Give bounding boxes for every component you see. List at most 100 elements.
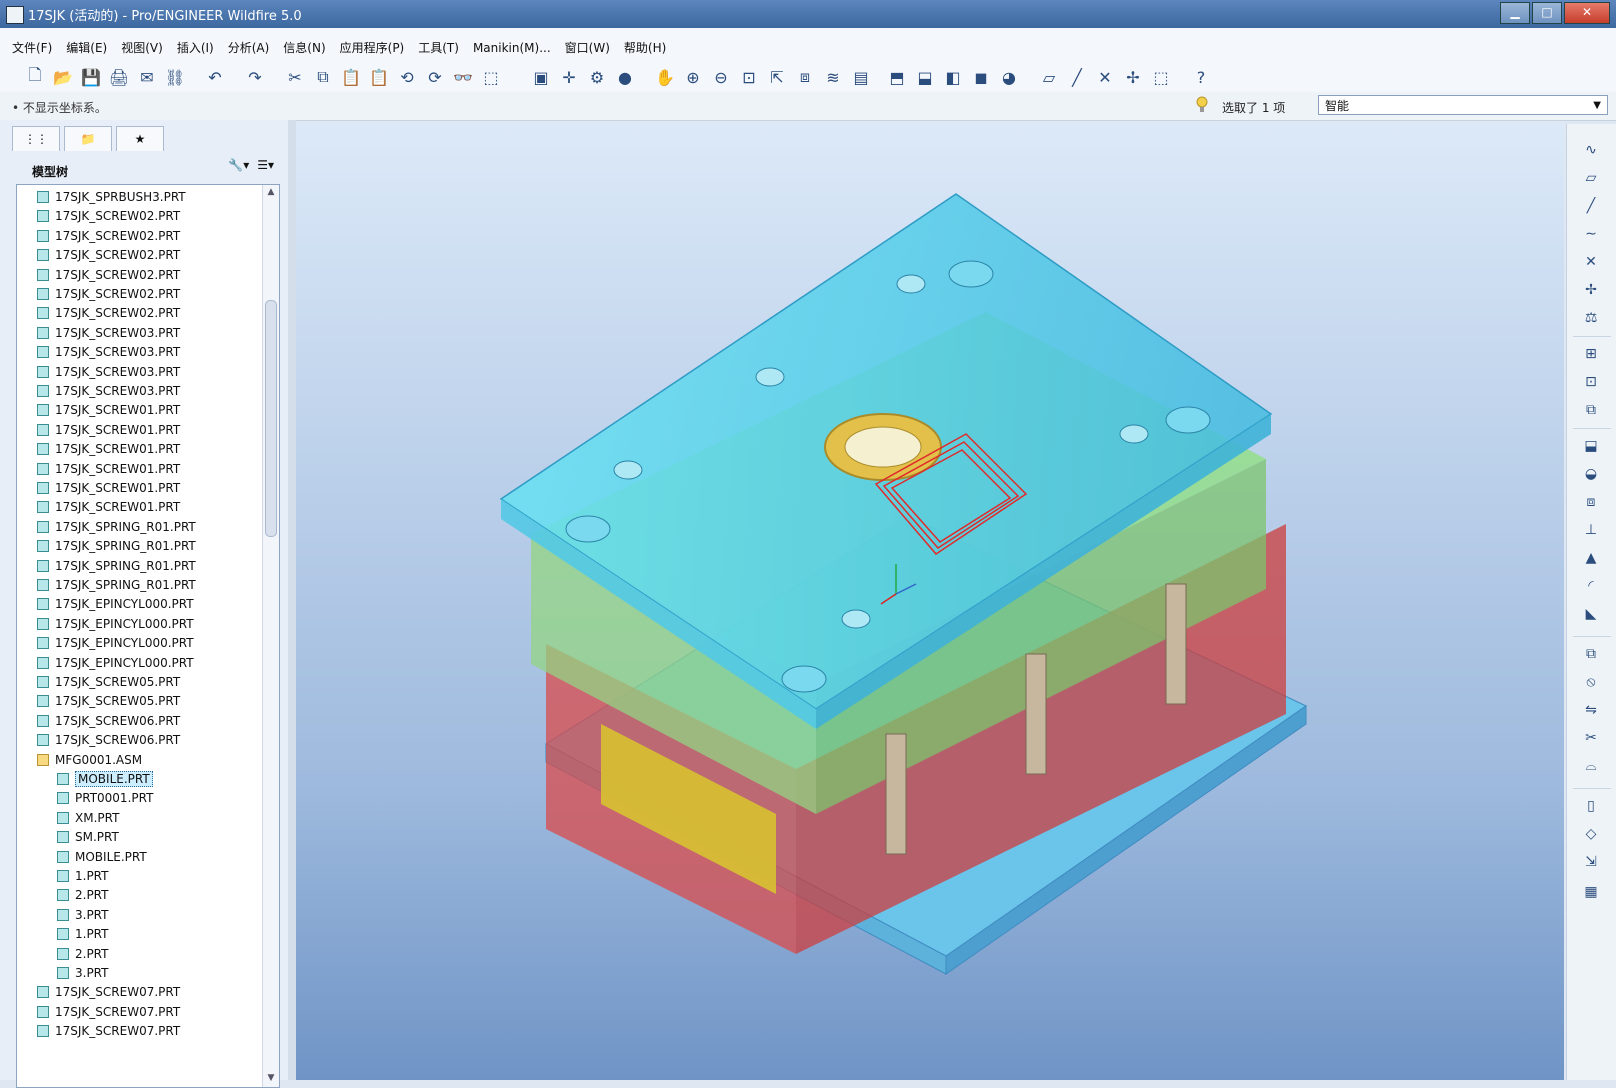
scroll-down-icon[interactable]: ▼ xyxy=(265,1073,277,1085)
menu-analysis[interactable]: 分析(A) xyxy=(228,39,270,56)
cut-button[interactable]: ✂ xyxy=(284,66,306,88)
datum-axis-tool-button[interactable]: ╱ xyxy=(1579,194,1603,218)
tree-part-node[interactable]: 17SJK_SCREW01.PRT xyxy=(37,439,180,459)
minimize-button[interactable]: ▁ xyxy=(1500,2,1530,24)
tree-part-node[interactable]: 17SJK_SCREW02.PRT xyxy=(37,226,180,246)
thicken-button[interactable]: ▯ xyxy=(1579,794,1603,818)
menu-edit[interactable]: 编辑(E) xyxy=(66,39,107,56)
tab-model-tree[interactable]: ⋮⋮ xyxy=(12,126,60,151)
saved-views-button[interactable]: ⧈ xyxy=(794,66,816,88)
hidden-line-button[interactable]: ⬓ xyxy=(914,66,936,88)
tree-part-node[interactable]: 3.PRT xyxy=(57,905,108,925)
paste-special-button[interactable]: 📋 xyxy=(368,66,390,88)
maximize-button[interactable]: □ xyxy=(1532,2,1562,24)
undo-button[interactable]: ↶ xyxy=(204,66,226,88)
layers-button[interactable]: ≋ xyxy=(822,66,844,88)
open-button[interactable]: 📂 xyxy=(52,66,74,88)
regen-manager-button[interactable]: ⟳ xyxy=(424,66,446,88)
scroll-up-icon[interactable]: ▲ xyxy=(265,187,277,199)
menu-applications[interactable]: 应用程序(P) xyxy=(340,39,405,56)
table-button[interactable]: ▦ xyxy=(1579,880,1603,904)
datum-point-tool-button[interactable]: ✕ xyxy=(1579,250,1603,274)
sketch-button[interactable]: ∿ xyxy=(1579,138,1603,162)
send-link-button[interactable]: ⛓ xyxy=(164,66,186,88)
regenerate-button[interactable]: ⟲ xyxy=(396,66,418,88)
close-button[interactable]: ✕ xyxy=(1564,2,1610,24)
pan-button[interactable]: ✋ xyxy=(654,66,676,88)
tree-part-node[interactable]: 17SJK_SCREW05.PRT xyxy=(37,672,180,692)
datum-plane-tool-button[interactable]: ▱ xyxy=(1579,166,1603,190)
menu-info[interactable]: 信息(N) xyxy=(283,39,325,56)
datum-planes-button[interactable]: ▱ xyxy=(1038,66,1060,88)
trim-button[interactable]: ✂ xyxy=(1579,726,1603,750)
tree-part-node[interactable]: 2.PRT xyxy=(57,944,108,964)
hole-button[interactable]: ⊥ xyxy=(1579,518,1603,542)
chamfer-button[interactable]: ◣ xyxy=(1579,602,1603,626)
solidify-button[interactable]: ◇ xyxy=(1579,822,1603,846)
paste-button[interactable]: 📋 xyxy=(340,66,362,88)
shading-button[interactable]: ◼ xyxy=(970,66,992,88)
tree-part-node[interactable]: XM.PRT xyxy=(57,808,119,828)
new-file-button[interactable]: 🗋 xyxy=(24,65,46,88)
tree-part-node[interactable]: MOBILE.PRT xyxy=(57,847,147,867)
context-help-button[interactable]: ? xyxy=(1190,66,1212,88)
annotations-button[interactable]: ⬚ xyxy=(1150,66,1172,88)
orient-mode-button[interactable]: ⚙ xyxy=(586,66,608,88)
create-component-button[interactable]: ⊡ xyxy=(1579,370,1603,394)
tree-part-node[interactable]: SM.PRT xyxy=(57,827,119,847)
tree-part-node[interactable]: 17SJK_SPRING_R01.PRT xyxy=(37,517,196,537)
tab-favorites[interactable]: ★ xyxy=(116,126,164,151)
scroll-thumb[interactable] xyxy=(265,300,277,537)
appearance-button[interactable]: ● xyxy=(614,66,636,88)
tree-part-node[interactable]: 17SJK_SCREW02.PRT xyxy=(37,303,180,323)
tree-part-node[interactable]: 17SJK_SCREW02.PRT xyxy=(37,206,180,226)
pattern-button[interactable]: ⧈ xyxy=(1579,490,1603,514)
tree-part-node[interactable]: 17SJK_SCREW01.PRT xyxy=(37,400,180,420)
extrude-button[interactable]: ⬓ xyxy=(1579,434,1603,458)
menu-view[interactable]: 视图(V) xyxy=(121,39,163,56)
redo-button[interactable]: ↷ xyxy=(244,66,266,88)
tree-part-node[interactable]: 17SJK_EPINCYL000.PRT xyxy=(37,614,194,634)
menu-file[interactable]: 文件(F) xyxy=(12,39,52,56)
coord-sys-button[interactable]: ✢ xyxy=(1122,66,1144,88)
tree-part-node[interactable]: 17SJK_SCREW01.PRT xyxy=(37,420,180,440)
datum-curve-tool-button[interactable]: ∼ xyxy=(1579,222,1603,246)
zoom-in-button[interactable]: ⊕ xyxy=(682,66,704,88)
tree-part-node[interactable]: 17SJK_EPINCYL000.PRT xyxy=(37,594,194,614)
mirror-button[interactable]: ⇋ xyxy=(1579,698,1603,722)
settings-button[interactable]: 🔧▾ xyxy=(228,158,249,172)
tree-part-node[interactable]: 17SJK_SPRBUSH3.PRT xyxy=(37,187,186,207)
menu-manikin[interactable]: Manikin(M)... xyxy=(473,41,551,55)
datum-axes-button[interactable]: ╱ xyxy=(1066,66,1088,88)
tree-part-node[interactable]: 17SJK_SCREW07.PRT xyxy=(37,1021,180,1041)
spin-center-button[interactable]: ✛ xyxy=(558,66,580,88)
revolve-button[interactable]: ◒ xyxy=(1579,462,1603,486)
tree-part-node[interactable]: MOBILE.PRT xyxy=(57,769,153,789)
extend-button[interactable]: ⇲ xyxy=(1579,850,1603,874)
tree-part-node[interactable]: 17SJK_SPRING_R01.PRT xyxy=(37,556,196,576)
menu-insert[interactable]: 插入(I) xyxy=(177,39,214,56)
tree-part-node[interactable]: 17SJK_SCREW02.PRT xyxy=(37,245,180,265)
view-manager-button[interactable]: ▤ xyxy=(850,66,872,88)
tree-part-node[interactable]: 17SJK_SCREW02.PRT xyxy=(37,265,180,285)
zoom-out-button[interactable]: ⊖ xyxy=(710,66,732,88)
tree-part-node[interactable]: 1.PRT xyxy=(57,866,108,886)
tree-part-node[interactable]: 17SJK_SPRING_R01.PRT xyxy=(37,536,196,556)
tree-scrollbar[interactable]: ▲ ▼ xyxy=(262,185,279,1087)
no-hidden-button[interactable]: ◧ xyxy=(942,66,964,88)
tree-part-node[interactable]: 17SJK_SCREW03.PRT xyxy=(37,342,180,362)
tree-part-node[interactable]: 1.PRT xyxy=(57,924,108,944)
menu-tools[interactable]: 工具(T) xyxy=(418,39,459,56)
select-box-button[interactable]: ⬚ xyxy=(480,66,502,88)
copy-button[interactable]: ⧉ xyxy=(312,66,334,88)
tree-part-node[interactable]: 17SJK_SCREW06.PRT xyxy=(37,711,180,731)
refit-button[interactable]: ⊡ xyxy=(738,66,760,88)
tree-part-node[interactable]: 17SJK_SCREW01.PRT xyxy=(37,459,180,479)
reorient-button[interactable]: ⇱ xyxy=(766,66,788,88)
intersect-button[interactable]: ⦸ xyxy=(1579,670,1603,694)
graphics-window[interactable] xyxy=(296,124,1564,1080)
tree-part-node[interactable]: 17SJK_EPINCYL000.PRT xyxy=(37,633,194,653)
find-button[interactable]: 👓 xyxy=(452,66,474,88)
tree-part-node[interactable]: 17SJK_SCREW03.PRT xyxy=(37,323,180,343)
selection-filter-select[interactable]: 智能 ▼ xyxy=(1318,95,1608,115)
